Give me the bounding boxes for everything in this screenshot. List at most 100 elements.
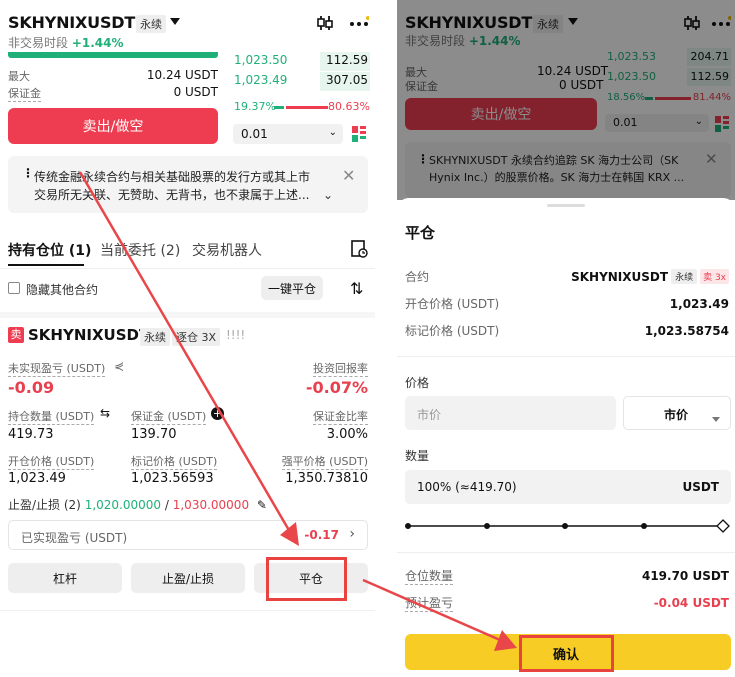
tpsl-label: 止盈/止损 (2) [8,498,81,512]
left-screen: SKHYNIXUSDT 永续 非交易时段 +1.44% 最大 10.24 USD… [0,0,375,677]
share-icon[interactable]: ⋞ [114,359,124,373]
mark-price-value: 1,023.58754 [644,323,729,338]
leverage-button[interactable]: 杠杆 [8,563,122,593]
entry-price-row: 开仓价格 (USDT) 1,023.49 [405,295,729,312]
position-perp-tag: 永续 [140,328,170,346]
close-all-button[interactable]: 一键平仓 [261,276,323,300]
order-history-icon[interactable] [350,240,368,258]
caret-down-icon [712,408,720,427]
price-type-select[interactable]: 市价 [623,396,731,430]
edit-icon[interactable]: ✎ [257,498,267,512]
close-icon[interactable]: ✕ [342,166,355,185]
position-qty-row: 仓位数量 419.70 USDT [405,567,729,585]
entry-price-label: 开仓价格 (USDT) [8,455,95,470]
max-value: 10.24 USDT [146,68,218,82]
highlight-close-button [266,557,347,601]
est-pnl-label: 预计盈亏 [405,596,454,612]
sell-ratio: 80.63% [328,100,370,113]
highlight-confirm-button [519,635,614,672]
orderbook-row[interactable]: 1,023.49 307.05 [232,72,370,92]
qty-value: 100% (≈419.70) [417,480,517,494]
position-tabs: 持有仓位 (1) 当前委托 (2) 交易机器人 [8,240,368,266]
mark-price-label: 标记价格 (USDT) [405,324,500,338]
price-change: +1.44% [71,36,124,50]
qty-input[interactable]: 100% (≈419.70) USDT [405,470,731,504]
tpsl-button[interactable]: 止盈/止损 [131,563,245,593]
position-qty-value: 419.70 USDT [641,569,729,583]
mark-price-value: 1,023.56593 [131,471,214,486]
symbol-dropdown-icon[interactable] [170,18,180,26]
buy-sell-ratio: 19.37% 80.63% [234,100,370,114]
margin-value: 0 USDT [173,85,218,99]
buy-ratio: 19.37% [234,100,276,113]
contract-perp-tag: 永续 [671,269,698,284]
sheet-handle[interactable] [547,204,585,207]
realized-pnl-row[interactable]: 已实现盈亏 (USDT) -0.17 › [8,520,368,550]
chart-settings-icon[interactable] [316,14,334,32]
swap-icon[interactable]: ⇆ [100,406,110,420]
orderbook-layout-icon[interactable] [352,126,366,142]
price-type-value: 市价 [664,408,689,422]
qty-unit: USDT [682,480,719,494]
notice-text: 传统金融永续合约与相关基础股票的发行方或其上市 交易所无关联、无赞助、无背书，也… [34,170,311,202]
orderbook-row[interactable]: 1,023.50 112.59 [232,52,370,72]
close-position-sheet: 平仓 合约 SKHYNIXUSDT 永续 卖 3x 开仓价格 (USDT) 1,… [397,198,735,677]
tp-value: 1,020.00000 [84,498,162,512]
est-pnl-row: 预计盈亏 -0.04 USDT [405,594,729,612]
qty-slider-track [405,519,730,533]
hide-other-checkbox[interactable] [8,282,20,294]
tab-underline [8,264,84,266]
entry-price-value: 1,023.49 [8,471,66,486]
contract-value: SKHYNIXUSDT [571,269,669,284]
mark-price-row: 标记价格 (USDT) 1,023.58754 [405,322,729,339]
unrealized-pnl-label: 未实现盈亏 (USDT) [8,362,106,377]
tab-open-orders[interactable]: 当前委托 (2) [100,240,180,260]
mark-price-label: 标记价格 (USDT) [131,455,218,470]
tab-positions[interactable]: 持有仓位 (1) [8,240,91,260]
modal-overlay[interactable] [397,0,735,200]
contract-row: 合约 SKHYNIXUSDT 永续 卖 3x [405,268,729,285]
realized-pnl-value: -0.17 [304,528,339,542]
chevron-right-icon: › [349,526,355,542]
contract-side-tag: 卖 3x [700,269,729,284]
symbol-title[interactable]: SKHYNIXUSDT [8,13,135,32]
contract-label: 合约 [405,270,430,284]
chevron-down-icon: ⌄ [328,127,337,138]
right-screen: SKHYNIXUSDT 永续 非交易时段 +1.44% 最大 10.24 USD… [397,0,735,677]
qty-slider[interactable] [405,518,731,534]
price-input[interactable]: 市价 [405,396,616,430]
hide-other-label[interactable]: 隐藏其他合约 [26,281,98,298]
more-icon[interactable] [349,16,369,28]
buy-button-edge [8,52,218,58]
sl-value: 1,030.00000 [172,498,250,512]
sell-short-button[interactable]: 卖出/做空 [8,108,218,144]
side-badge: 卖 [8,327,24,343]
position-qty-label: 仓位数量 [405,569,454,585]
position-symbol[interactable]: SKHYNIXUSDT [28,326,149,344]
expand-chevron-icon[interactable]: ⌄ [323,188,333,202]
entry-price-label: 开仓价格 (USDT) [405,297,500,311]
add-margin-icon[interactable]: + [211,407,224,420]
margin-value: 139.70 [131,427,177,442]
roi-label: 投资回报率 [313,362,368,377]
margin-label: 保证金 (USDT) [131,410,207,425]
entry-price-value: 1,023.49 [669,296,729,311]
position-qty-value: 419.73 [8,427,54,442]
sheet-title: 平仓 [405,224,436,242]
ob-price: 1,023.50 [234,53,288,67]
ob-size: 307.05 [326,73,368,87]
margin-ratio-label: 保证金比率 [313,410,368,425]
position-mode-tag: 逐仓 3X [172,328,221,346]
sort-icon[interactable]: ⇅ [350,279,363,298]
tab-bots[interactable]: 交易机器人 [192,240,262,260]
price-label: 价格 [405,376,430,390]
precision-select[interactable]: 0.01 ⌄ [233,124,343,144]
notice-dots-icon: ⋮ [22,166,34,180]
position-qty-label: 持仓数量 (USDT) [8,410,95,425]
max-label: 最大 [8,70,30,83]
margin-label: 保证金 [8,87,41,102]
ob-price: 1,023.49 [234,73,288,87]
session-label: 非交易时段 [8,36,69,50]
unrealized-pnl-value: -0.09 [8,378,55,397]
adl-indicator: !!!! [226,328,246,342]
